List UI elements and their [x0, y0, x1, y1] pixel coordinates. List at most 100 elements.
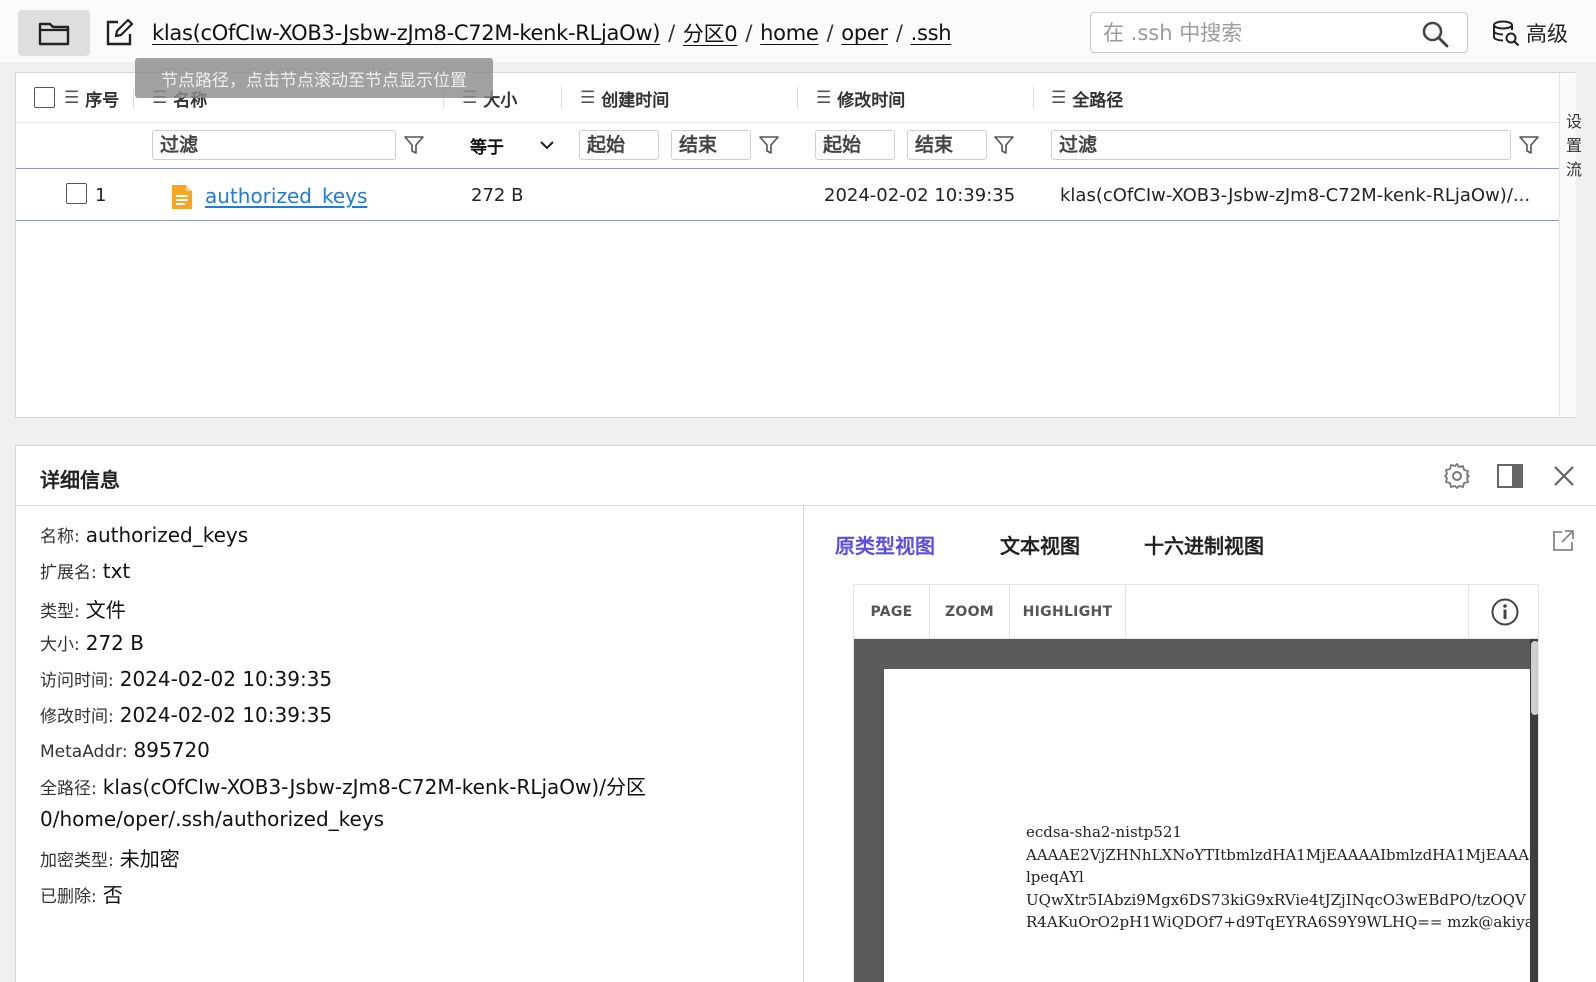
column-header-modified[interactable]: ☰ 修改时间 [816, 73, 905, 123]
filter-row: 过滤 等于 起始 结束 起始 结束 过滤 [16, 123, 1559, 169]
close-icon [1554, 466, 1574, 486]
document-preview: PAGE ZOOM HIGHLIGHT ecdsa-sha2-nistp521 … [853, 584, 1539, 982]
breadcrumb-item-home[interactable]: home [760, 21, 819, 45]
breadcrumb-separator: / [668, 21, 675, 45]
prop-size: 大小: 272 B [40, 630, 144, 655]
column-menu-icon[interactable]: ☰ [1051, 88, 1066, 108]
details-title: 详细信息 [40, 468, 120, 492]
preview-page: ecdsa-sha2-nistp521 AAAAE2VjZHNhLXNoYTIt… [884, 669, 1530, 982]
filter-icon[interactable] [758, 134, 780, 156]
column-header-index[interactable]: ☰ 序号 [64, 73, 119, 123]
prop-value: 文件 [85, 598, 126, 622]
created-end-input[interactable]: 结束 [671, 130, 751, 160]
modified-start-input[interactable]: 起始 [815, 130, 895, 160]
close-details-button[interactable] [1548, 460, 1580, 492]
row-modified: 2024-02-02 10:39:35 [824, 185, 1016, 206]
column-label: 全路径 [1072, 90, 1124, 111]
folder-button[interactable] [18, 10, 90, 56]
modified-end-input[interactable]: 结束 [907, 130, 987, 160]
fullpath-filter-input[interactable]: 过滤 [1051, 130, 1511, 160]
breadcrumb-item-root[interactable]: klas(cOfCIw-XOB3-Jsbw-zJm8-C72M-kenk-RLj… [152, 21, 660, 45]
select-all-checkbox[interactable] [34, 87, 55, 108]
column-header-created[interactable]: ☰ 创建时间 [580, 73, 669, 123]
info-icon [1491, 598, 1518, 626]
prop-access-time: 访问时间: 2024-02-02 10:39:35 [40, 666, 332, 691]
prop-value: 否 [102, 883, 123, 907]
prop-name: 名称: authorized_keys [40, 522, 248, 547]
prop-key: 大小: [40, 635, 80, 655]
row-checkbox[interactable] [66, 183, 87, 204]
prop-value: 未加密 [119, 847, 180, 871]
prop-key: 访问时间: [40, 671, 114, 691]
edit-path-button[interactable] [102, 16, 136, 50]
row-fullpath: klas(cOfCIw-XOB3-Jsbw-zJm8-C72M-kenk-RLj… [1060, 185, 1531, 206]
created-start-input[interactable]: 起始 [579, 130, 659, 160]
prop-extension: 扩展名: txt [40, 558, 130, 583]
text-file-icon [172, 185, 192, 209]
tab-original-view[interactable]: 原类型视图 [835, 530, 935, 559]
highlight-button[interactable]: HIGHLIGHT [1010, 585, 1126, 639]
split-panel-icon [1497, 464, 1523, 488]
advanced-search-button[interactable]: 高级 [1492, 18, 1568, 48]
column-menu-icon[interactable]: ☰ [580, 88, 595, 108]
scrollbar-thumb[interactable] [1531, 641, 1538, 715]
top-toolbar: klas(cOfCIw-XOB3-Jsbw-zJm8-C72M-kenk-RLj… [0, 0, 1596, 62]
column-divider[interactable] [133, 87, 134, 109]
open-external-icon[interactable] [1550, 528, 1576, 554]
settings-button[interactable] [1441, 460, 1473, 492]
file-table: ☰ 序号 ☰ 名称 ☰ 大小 ☰ 创建时间 ☰ 修改时间 ☰ 全路径 过滤 等于 起始 结束… [15, 72, 1576, 418]
edit-icon [106, 18, 134, 46]
column-divider[interactable] [561, 87, 562, 109]
name-filter-input[interactable]: 过滤 [152, 130, 396, 160]
column-menu-icon[interactable]: ☰ [64, 88, 79, 108]
prop-value: 2024-02-02 10:39:35 [119, 667, 333, 691]
breadcrumb-item-oper[interactable]: oper [841, 21, 888, 45]
prop-metaaddr: MetaAddr: 895720 [40, 738, 210, 762]
zoom-button[interactable]: ZOOM [930, 585, 1010, 639]
side-fragment-text: 置 [1566, 136, 1583, 155]
size-operator-select[interactable]: 等于 [456, 130, 562, 160]
preview-scrollbar[interactable] [1530, 639, 1538, 982]
toggle-layout-button[interactable] [1494, 460, 1526, 492]
details-panel: 详细信息 名称: authorized_keys 扩展名: txt 类型: 文件 大小… [15, 445, 1596, 982]
filter-icon[interactable] [1518, 134, 1540, 156]
prop-modified-time: 修改时间: 2024-02-02 10:39:35 [40, 702, 332, 727]
preview-canvas[interactable]: ecdsa-sha2-nistp521 AAAAE2VjZHNhLXNoYTIt… [854, 639, 1538, 982]
prop-key: 名称: [40, 527, 80, 547]
prop-value: authorized_keys [85, 523, 249, 547]
tab-hex-view[interactable]: 十六进制视图 [1144, 530, 1264, 559]
chevron-down-icon [540, 141, 554, 150]
prop-key: 修改时间: [40, 707, 114, 727]
column-divider[interactable] [1033, 87, 1034, 109]
breadcrumb-item-ssh[interactable]: .ssh [911, 21, 952, 45]
column-menu-icon[interactable]: ☰ [816, 88, 831, 108]
prop-value: klas(cOfCIw-XOB3-Jsbw-zJm8-C72M-kenk-RLj… [40, 775, 646, 831]
file-name-text[interactable]: authorized_keys [205, 184, 367, 208]
prop-fullpath: 全路径: klas(cOfCIw-XOB3-Jsbw-zJm8-C72M-kenk… [40, 772, 700, 834]
page-button[interactable]: PAGE [854, 585, 930, 639]
prop-value: 2024-02-02 10:39:35 [119, 703, 333, 727]
table-row[interactable]: 1 authorized_keys 272 B 2024-02-02 10:39… [16, 170, 1559, 221]
filter-icon[interactable] [993, 134, 1015, 156]
file-name-link[interactable]: authorized_keys [205, 184, 367, 208]
column-divider[interactable] [797, 87, 798, 109]
info-button[interactable] [1468, 585, 1538, 639]
breadcrumb-item-partition[interactable]: 分区0 [683, 18, 738, 48]
column-header-fullpath[interactable]: ☰ 全路径 [1051, 73, 1123, 123]
search-icon[interactable] [1421, 20, 1449, 48]
gear-icon [1444, 463, 1470, 489]
size-operator-value: 等于 [470, 137, 504, 158]
search-input[interactable] [1103, 19, 1413, 47]
side-fragment-text: 设 [1566, 112, 1583, 131]
properties-list: 名称: authorized_keys 扩展名: txt 类型: 文件 大小: 272 … [16, 506, 804, 982]
prop-value: 895720 [133, 738, 210, 762]
side-panel-fragment: 设 置 流 [1566, 110, 1596, 220]
column-label: 创建时间 [601, 90, 670, 111]
filter-icon[interactable] [403, 134, 425, 156]
prop-key: 全路径: [40, 779, 97, 799]
prop-encryption: 加密类型: 未加密 [40, 843, 180, 872]
prop-value: txt [102, 559, 131, 583]
breadcrumb-separator: / [826, 21, 834, 45]
database-search-icon [1493, 20, 1520, 47]
tab-text-view[interactable]: 文本视图 [1000, 530, 1080, 559]
